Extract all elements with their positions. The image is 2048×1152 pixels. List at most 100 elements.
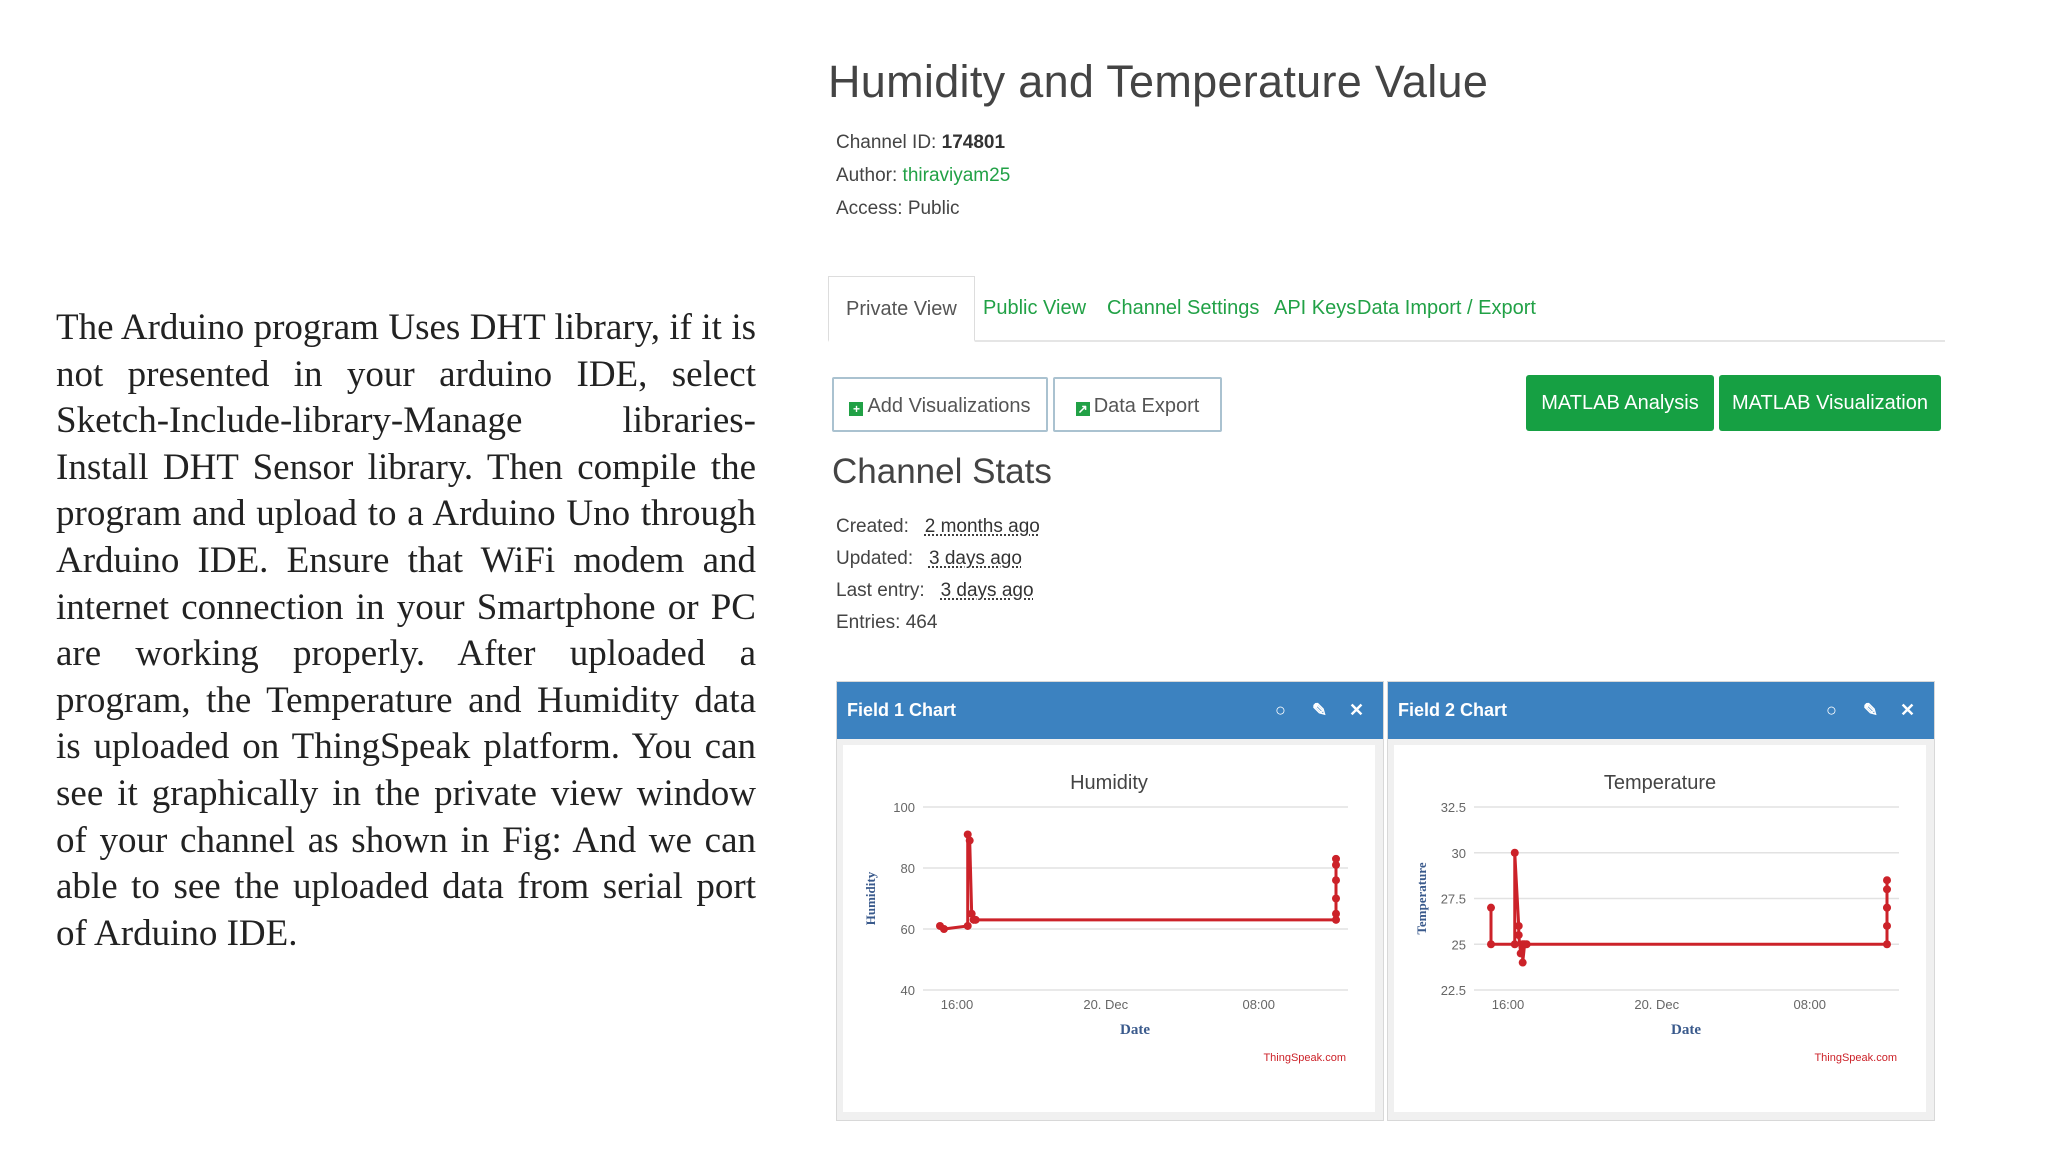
access-row: Access: Public <box>836 198 960 220</box>
x-axis-label: Date <box>1671 1022 1701 1038</box>
tab-api-keys[interactable]: API Keys <box>1274 276 1356 340</box>
y-tick-label: 60 <box>901 922 915 937</box>
stat-updated: Updated: 3 days ago <box>836 548 1022 570</box>
x-tick-label: 20. Dec <box>1083 997 1128 1012</box>
y-tick-label: 40 <box>901 983 915 998</box>
description-paragraph: The Arduino program Uses DHT library, if… <box>56 307 756 954</box>
field-1-chart-card: Field 1 Chart ○ ✎ ✕ Humidity 100 80 60 40 16:… <box>836 681 1384 1121</box>
data-point <box>1883 876 1891 885</box>
channel-stats-title: Channel Stats <box>832 452 1052 491</box>
data-point <box>1487 940 1495 949</box>
matlab-analysis-button[interactable]: MATLAB Analysis <box>1526 375 1714 431</box>
close-icon[interactable]: ✕ <box>1900 682 1915 739</box>
channel-id-value: 174801 <box>941 132 1006 153</box>
data-point <box>1883 885 1891 894</box>
stat-updated-label: Updated: <box>836 548 914 569</box>
data-point <box>1514 921 1523 930</box>
data-point <box>1883 940 1891 949</box>
humidity-chart-svg: Humidity 100 80 60 40 16:00 20. Dec 08:00 Date Hu… <box>863 772 1348 1064</box>
x-axis-label: Date <box>1120 1022 1150 1038</box>
tab-data-import-export[interactable]: Data Import / Export <box>1357 276 1536 340</box>
access-label: Access: <box>836 198 903 219</box>
close-icon[interactable]: ✕ <box>1349 682 1364 739</box>
field-2-chart-card: Field 2 Chart ○ ✎ ✕ Temperature 32.5 30 27.… <box>1387 681 1935 1121</box>
pencil-icon[interactable]: ✎ <box>1863 682 1878 739</box>
series-line <box>1489 852 1889 963</box>
x-tick-label: 16:00 <box>941 997 974 1012</box>
channel-id-row: Channel ID: 174801 <box>836 132 1005 154</box>
y-axis-label: Humidity <box>863 871 878 925</box>
tab-private-view[interactable]: Private View <box>828 276 975 342</box>
comment-icon[interactable]: ○ <box>1826 682 1837 739</box>
stat-entries-label: Entries: <box>836 612 901 633</box>
x-tick-label: 20. Dec <box>1634 997 1679 1012</box>
add-visualizations-label: Add Visualizations <box>867 395 1031 417</box>
data-point <box>1332 876 1340 885</box>
field-1-plot-area: Humidity 100 80 60 40 16:00 20. Dec 08:00 Date Hu… <box>843 745 1375 1112</box>
y-axis-label: Temperature <box>1414 862 1429 934</box>
data-point <box>1514 931 1523 940</box>
data-point <box>1332 894 1340 903</box>
data-point <box>1510 848 1519 857</box>
stat-last-entry: Last entry: 3 days ago <box>836 580 1034 602</box>
x-tick-label: 08:00 <box>1793 997 1826 1012</box>
y-tick-label: 32.5 <box>1441 800 1466 815</box>
data-point <box>965 836 974 845</box>
comment-icon[interactable]: ○ <box>1275 682 1286 739</box>
data-point <box>1332 854 1340 863</box>
stat-entries-value: 464 <box>905 612 938 633</box>
tab-channel-settings[interactable]: Channel Settings <box>1107 276 1259 340</box>
channel-title: Humidity and Temperature Value <box>828 56 1489 107</box>
author-row: Author: thiraviyam25 <box>836 165 1010 187</box>
data-point <box>1510 940 1519 949</box>
temperature-chart-svg: Temperature 32.5 30 27.5 25 22.5 16:00 20. Dec 0… <box>1414 772 1899 1064</box>
field-2-chart-title: Field 2 Chart <box>1398 700 1508 720</box>
chart-title: Humidity <box>1070 772 1148 794</box>
data-point <box>1518 958 1527 967</box>
data-point <box>963 921 972 930</box>
stat-last-entry-value: 3 days ago <box>940 580 1034 601</box>
stat-created-value: 2 months ago <box>924 516 1040 537</box>
plus-icon: + <box>849 402 864 416</box>
stat-created: Created: 2 months ago <box>836 516 1040 538</box>
field-2-plot-area: Temperature 32.5 30 27.5 25 22.5 16:00 20. Dec 0… <box>1394 745 1926 1112</box>
data-point <box>1487 903 1495 912</box>
data-point <box>1883 903 1891 912</box>
data-point <box>1522 940 1531 949</box>
data-point <box>939 925 948 933</box>
matlab-visualization-button[interactable]: MATLAB Visualization <box>1719 375 1941 431</box>
author-label: Author: <box>836 165 898 186</box>
channel-tabs: Private View Public View Channel Setting… <box>828 276 1945 342</box>
author-link[interactable]: thiraviyam25 <box>903 165 1011 186</box>
y-tick-label: 25 <box>1452 937 1466 952</box>
data-point <box>1883 921 1891 930</box>
field-2-chart-header: Field 2 Chart ○ ✎ ✕ <box>1388 682 1934 739</box>
field-1-chart-title: Field 1 Chart <box>847 700 957 720</box>
y-tick-label: 22.5 <box>1441 983 1466 998</box>
y-tick-label: 100 <box>893 800 915 815</box>
stat-last-entry-label: Last entry: <box>836 580 925 601</box>
channel-id-label: Channel ID: <box>836 132 937 153</box>
chart-title: Temperature <box>1604 772 1716 794</box>
data-export-button[interactable]: ↗ Data Export <box>1053 377 1222 432</box>
data-export-label: Data Export <box>1093 395 1200 417</box>
series-line <box>939 833 1338 931</box>
export-icon: ↗ <box>1075 402 1090 416</box>
thingspeak-channel-view: Humidity and Temperature Value Channel I… <box>828 50 1948 1130</box>
x-tick-label: 16:00 <box>1492 997 1525 1012</box>
stat-created-label: Created: <box>836 516 909 537</box>
stat-entries: Entries: 464 <box>836 612 937 634</box>
y-tick-label: 80 <box>901 861 915 876</box>
pencil-icon[interactable]: ✎ <box>1312 682 1327 739</box>
access-value: Public <box>907 198 960 219</box>
tab-public-view[interactable]: Public View <box>983 276 1086 340</box>
add-visualizations-button[interactable]: + Add Visualizations <box>832 377 1048 432</box>
credit-label: ThingSpeak.com <box>1814 1052 1897 1064</box>
data-point <box>1332 909 1340 918</box>
stat-updated-value: 3 days ago <box>928 548 1022 569</box>
data-point <box>971 915 980 924</box>
field-1-chart-header: Field 1 Chart ○ ✎ ✕ <box>837 682 1383 739</box>
y-tick-label: 30 <box>1452 846 1466 861</box>
x-tick-label: 08:00 <box>1242 997 1275 1012</box>
y-tick-label: 27.5 <box>1441 892 1466 907</box>
